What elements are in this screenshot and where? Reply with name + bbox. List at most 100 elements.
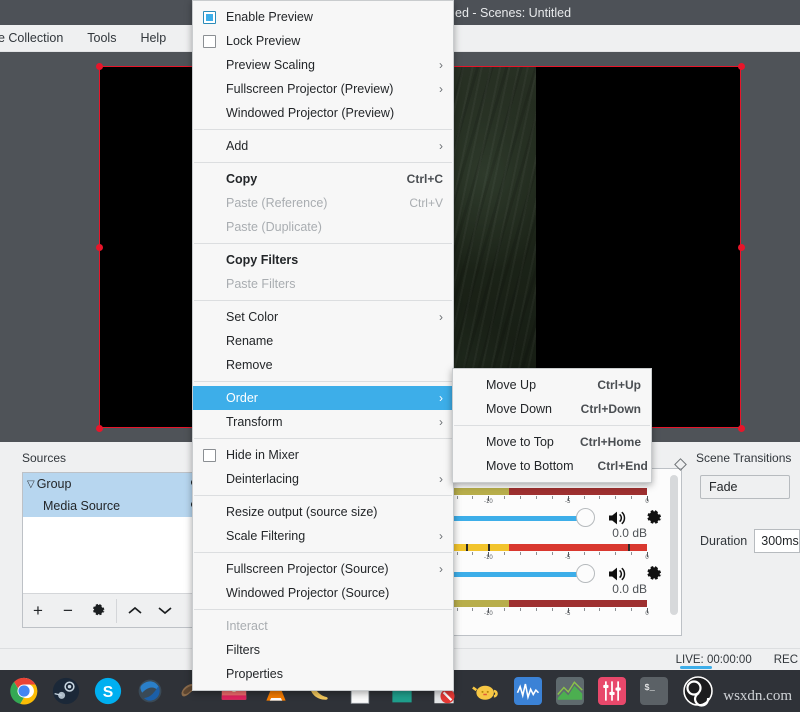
scene-transitions-title: Scene Transitions <box>688 446 800 471</box>
menu-item-windowed-projector-source[interactable]: Windowed Projector (Source) <box>193 581 453 605</box>
toolbar-divider <box>116 599 117 623</box>
meter-scale-label: -10 <box>484 499 493 505</box>
menu-item-label: Order <box>226 391 425 405</box>
order-submenu[interactable]: Move UpCtrl+UpMove DownCtrl+Down Move to … <box>452 368 652 483</box>
menu-item-set-color[interactable]: Set Color› <box>193 305 453 329</box>
resize-handle-top-right[interactable] <box>738 63 745 70</box>
source-label: Media Source <box>43 499 120 513</box>
menu-item-remove[interactable]: Remove <box>193 353 453 377</box>
resize-handle-right-middle[interactable] <box>738 244 745 251</box>
taskbar-steam-icon[interactable] <box>48 673 84 709</box>
checkbox-icon[interactable] <box>203 449 216 462</box>
live-time: LIVE: 00:00:00 <box>676 654 752 666</box>
menubar-item-help[interactable]: Help <box>131 28 175 48</box>
resize-handle-top-left[interactable] <box>96 63 103 70</box>
taskbar-shutter-icon[interactable] <box>132 673 168 709</box>
taskbar-chrome-icon[interactable] <box>6 673 42 709</box>
sources-list[interactable]: ▽ Group Media Source <box>23 473 211 593</box>
duration-label: Duration <box>700 534 747 548</box>
menu-item-label: Move Down <box>486 402 557 416</box>
chevron-right-icon: › <box>439 310 443 324</box>
taskbar-mixer-icon[interactable] <box>594 673 630 709</box>
taskbar-audacity-icon[interactable] <box>510 673 546 709</box>
order-menu-item-move-up[interactable]: Move UpCtrl+Up <box>453 373 651 397</box>
obs-running-indicator <box>680 666 712 669</box>
meter-scale-label: 0 <box>645 499 648 505</box>
chevron-right-icon: › <box>439 415 443 429</box>
meter-scale-label: -5 <box>565 555 570 561</box>
menu-item-shortcut: Ctrl+End <box>598 459 648 473</box>
meter-tick <box>599 496 600 499</box>
menu-item-copy-filters[interactable]: Copy Filters <box>193 248 453 272</box>
menu-item-resize-output-source-size[interactable]: Resize output (source size) <box>193 500 453 524</box>
order-menu-item-move-to-bottom[interactable]: Move to BottomCtrl+End <box>453 454 651 478</box>
menubar-item-scene-collection[interactable]: ne Collection <box>0 28 72 48</box>
mixer-scrollbar[interactable] <box>670 475 678 615</box>
svg-text:S: S <box>103 684 114 701</box>
menu-item-label: Transform <box>226 415 425 429</box>
move-source-up-button[interactable] <box>120 595 150 627</box>
menu-item-deinterlacing[interactable]: Deinterlacing› <box>193 467 453 491</box>
resize-handle-left-middle[interactable] <box>96 244 103 251</box>
meter-tick <box>536 608 537 611</box>
menubar-item-tools[interactable]: Tools <box>78 28 125 48</box>
menu-item-label: Filters <box>226 643 443 657</box>
meter-tick <box>520 552 521 555</box>
menu-item-label: Lock Preview <box>226 34 443 48</box>
menu-item-label: Rename <box>226 334 443 348</box>
taskbar-obs-icon[interactable] <box>678 673 718 709</box>
menu-item-filters[interactable]: Filters <box>193 638 453 662</box>
menu-item-scale-filtering[interactable]: Scale Filtering› <box>193 524 453 548</box>
scene-transitions-panel: Scene Transitions Fade Duration 300ms <box>688 446 800 636</box>
menu-item-preview-scaling[interactable]: Preview Scaling› <box>193 53 453 77</box>
chevron-right-icon: › <box>439 58 443 72</box>
meter-tick <box>584 608 585 611</box>
order-menu-item-move-down[interactable]: Move DownCtrl+Down <box>453 397 651 421</box>
meter-scale-label: -10 <box>484 611 493 617</box>
taskbar-terminal-icon[interactable]: $_ <box>636 673 672 709</box>
move-source-down-button[interactable] <box>150 595 180 627</box>
taskbar-teapot-icon[interactable] <box>468 673 504 709</box>
sources-list-item-media-source[interactable]: Media Source <box>23 495 211 517</box>
meter-scale-label: -5 <box>565 611 570 617</box>
menu-item-windowed-projector-preview[interactable]: Windowed Projector (Preview) <box>193 101 453 125</box>
checkbox-checked-icon[interactable] <box>203 11 216 24</box>
menu-item-rename[interactable]: Rename <box>193 329 453 353</box>
order-menu-item-move-to-top[interactable]: Move to TopCtrl+Home <box>453 430 651 454</box>
menu-item-enable-preview[interactable]: Enable Preview <box>193 5 453 29</box>
svg-text:$_: $_ <box>644 683 655 693</box>
meter-tick <box>457 608 458 611</box>
taskbar-chart-icon[interactable] <box>552 673 588 709</box>
menu-item-fullscreen-projector-preview[interactable]: Fullscreen Projector (Preview)› <box>193 77 453 101</box>
source-properties-gear-icon[interactable] <box>83 595 113 627</box>
transition-select[interactable]: Fade <box>700 475 790 499</box>
checkbox-icon[interactable] <box>203 35 216 48</box>
menu-item-order[interactable]: Order› <box>193 386 453 410</box>
resize-handle-bottom-left[interactable] <box>96 425 103 432</box>
chevron-right-icon: › <box>439 529 443 543</box>
menu-item-hide-in-mixer[interactable]: Hide in Mixer <box>193 443 453 467</box>
sources-list-item-group[interactable]: ▽ Group <box>23 473 211 495</box>
menu-item-properties[interactable]: Properties <box>193 662 453 686</box>
menu-item-transform[interactable]: Transform › <box>193 410 453 434</box>
source-context-menu[interactable]: Enable Preview Lock Preview Preview Scalin… <box>192 0 454 691</box>
menu-item-paste-reference: Paste (Reference)Ctrl+V <box>193 191 453 215</box>
duration-input[interactable]: 300ms <box>754 529 800 553</box>
menu-item-fullscreen-projector-source[interactable]: Fullscreen Projector (Source)› <box>193 557 453 581</box>
add-source-button[interactable]: + <box>23 595 53 627</box>
menu-item-add[interactable]: Add› <box>193 134 453 158</box>
source-label: Group <box>37 477 72 491</box>
menu-item-paste-filters: Paste Filters <box>193 272 453 296</box>
resize-handle-bottom-right[interactable] <box>738 425 745 432</box>
meter-tick <box>631 608 632 611</box>
meter-tick <box>552 496 553 499</box>
remove-source-button[interactable]: − <box>53 595 83 627</box>
meter-tick <box>631 496 632 499</box>
taskbar-skype-icon[interactable]: S <box>90 673 126 709</box>
sources-panel: Sources ▽ Group Media Source <box>8 446 220 636</box>
menu-item-label: Remove <box>226 358 443 372</box>
menu-item-lock-preview[interactable]: Lock Preview <box>193 29 453 53</box>
menu-item-label: Windowed Projector (Preview) <box>226 106 443 120</box>
menu-item-copy[interactable]: CopyCtrl+C <box>193 167 453 191</box>
chevron-down-icon[interactable]: ▽ <box>27 479 35 490</box>
